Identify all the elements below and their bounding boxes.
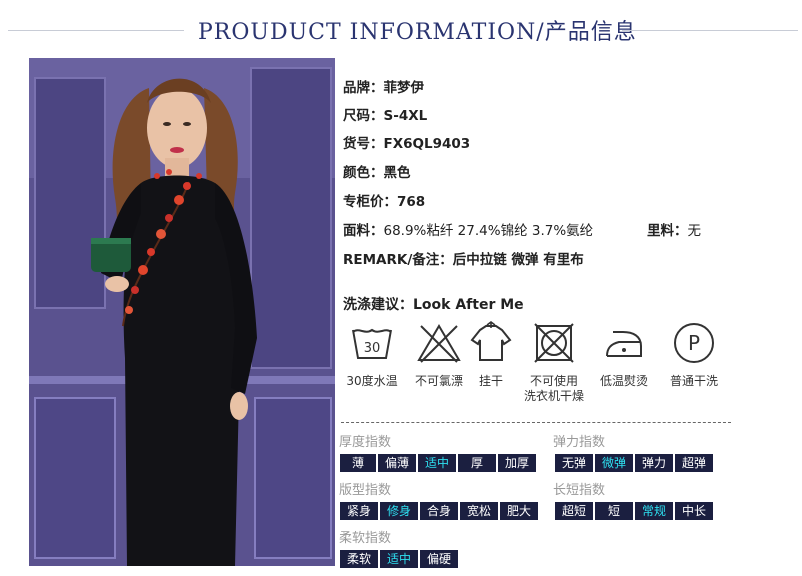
spec-brand: 品牌：菲梦伊 bbox=[343, 76, 424, 96]
no-bleach-icon bbox=[417, 324, 461, 363]
spec-size: 尺码：S-4XL bbox=[343, 104, 427, 124]
length-index-options: 超短 短 常规 中长 bbox=[555, 502, 713, 520]
spec-fabric-label: 面料： bbox=[343, 223, 384, 239]
wash-30-number: 30 bbox=[364, 341, 381, 356]
length-option: 超短 bbox=[555, 502, 593, 520]
softness-option: 柔软 bbox=[340, 550, 378, 568]
elasticity-index-options: 无弹 微弹 弹力 超弹 bbox=[555, 454, 713, 472]
fit-option-selected: 修身 bbox=[380, 502, 418, 520]
spec-color-value: 黑色 bbox=[383, 165, 411, 181]
fit-option: 宽松 bbox=[460, 502, 498, 520]
softness-index-title: 柔软指数 bbox=[339, 531, 392, 546]
softness-option-selected: 适中 bbox=[380, 550, 418, 568]
elasticity-option: 弹力 bbox=[635, 454, 673, 472]
spec-item-number: 货号：FX6QL9403 bbox=[343, 132, 470, 152]
fit-option: 紧身 bbox=[340, 502, 378, 520]
care-label-no-tumble-dry: 不可使用 洗衣机干燥 bbox=[523, 374, 584, 403]
thickness-option: 偏薄 bbox=[378, 454, 416, 472]
thickness-index-title: 厚度指数 bbox=[339, 435, 392, 450]
spec-size-value: S-4XL bbox=[383, 108, 428, 124]
elasticity-index-title: 弹力指数 bbox=[553, 435, 606, 450]
header-rule-left bbox=[8, 30, 184, 31]
spec-remark-label: REMARK/备注： bbox=[343, 252, 453, 268]
model-illustration bbox=[29, 58, 335, 566]
length-index-title: 长短指数 bbox=[553, 483, 606, 498]
fit-option: 肥大 bbox=[500, 502, 538, 520]
spec-color-label: 颜色： bbox=[343, 165, 384, 181]
spec-fabric-value: 68.9%粘纤 27.4%锦纶 3.7%氨纶 bbox=[383, 223, 594, 239]
spec-size-label: 尺码： bbox=[343, 108, 384, 124]
fit-index-title: 版型指数 bbox=[339, 483, 392, 498]
no-tumble-dry-icon bbox=[534, 323, 574, 363]
fit-index-options: 紧身 修身 合身 宽松 肥大 bbox=[340, 502, 538, 520]
fit-option: 合身 bbox=[420, 502, 458, 520]
care-label-hang-dry: 挂干 bbox=[478, 374, 503, 388]
washing-label: 洗涤建议： bbox=[343, 297, 413, 313]
care-label-wash-30: 30度水温 bbox=[346, 374, 398, 388]
low-iron-icon bbox=[606, 331, 642, 357]
length-option-selected: 常规 bbox=[635, 502, 673, 520]
spec-price-value: 768 bbox=[397, 194, 426, 210]
care-item-no-tumble-dry: 不可使用 洗衣机干燥 bbox=[521, 318, 587, 404]
softness-option: 偏硬 bbox=[420, 550, 458, 568]
dashed-divider bbox=[341, 422, 731, 423]
header-rule-right bbox=[622, 30, 798, 31]
spec-remark: REMARK/备注：后中拉链 微弹 有里布 bbox=[343, 248, 584, 268]
spec-price: 专柜价：768 bbox=[343, 190, 425, 210]
washing-value: Look After Me bbox=[413, 297, 524, 313]
dry-clean-letter: P bbox=[688, 331, 700, 355]
care-item-wash-30: 30 30度水温 bbox=[339, 318, 405, 389]
washing-heading: 洗涤建议：Look After Me bbox=[343, 294, 524, 314]
softness-index-options: 柔软 适中 偏硬 bbox=[340, 550, 458, 568]
thickness-index-options: 薄 偏薄 适中 厚 加厚 bbox=[340, 454, 536, 472]
spec-remark-value: 后中拉链 微弹 有里布 bbox=[452, 252, 584, 268]
thickness-option: 厚 bbox=[458, 454, 496, 472]
elasticity-option: 超弹 bbox=[675, 454, 713, 472]
care-label-dry-clean: 普通干洗 bbox=[669, 374, 718, 388]
spec-item-number-label: 货号： bbox=[343, 136, 384, 152]
care-label-low-iron: 低温熨烫 bbox=[599, 374, 648, 388]
elasticity-option-selected: 微弹 bbox=[595, 454, 633, 472]
spec-lining-label: 里料： bbox=[647, 223, 688, 239]
dry-clean-icon: P bbox=[674, 323, 714, 363]
spec-brand-value: 菲梦伊 bbox=[383, 80, 425, 96]
hang-dry-icon bbox=[470, 321, 512, 361]
thickness-option: 薄 bbox=[340, 454, 376, 472]
length-option: 短 bbox=[595, 502, 633, 520]
spec-color: 颜色：黑色 bbox=[343, 161, 411, 181]
length-option: 中长 bbox=[675, 502, 713, 520]
product-photo bbox=[29, 58, 335, 566]
spec-item-number-value: FX6QL9403 bbox=[383, 136, 471, 152]
care-item-hang-dry: 挂干 bbox=[458, 318, 524, 389]
thickness-option: 加厚 bbox=[498, 454, 536, 472]
thickness-option-selected: 适中 bbox=[418, 454, 456, 472]
spec-lining: 里料：无 bbox=[647, 219, 701, 239]
section-title: PROUDUCT INFORMATION/产品信息 bbox=[198, 20, 637, 45]
spec-price-label: 专柜价： bbox=[343, 194, 397, 210]
spec-lining-value: 无 bbox=[687, 223, 702, 239]
wash-30-icon: 30 bbox=[352, 328, 392, 359]
elasticity-option: 无弹 bbox=[555, 454, 593, 472]
care-item-low-iron: 低温熨烫 bbox=[591, 318, 657, 389]
spec-brand-label: 品牌： bbox=[343, 80, 384, 96]
spec-fabric: 面料：68.9%粘纤 27.4%锦纶 3.7%氨纶 bbox=[343, 219, 593, 239]
care-item-dry-clean: P 普通干洗 bbox=[661, 318, 727, 389]
